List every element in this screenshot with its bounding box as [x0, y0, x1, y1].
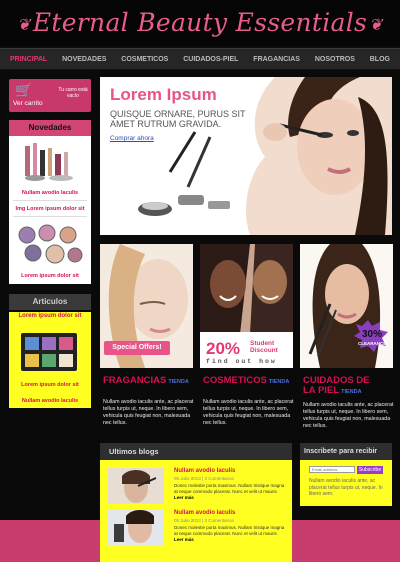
- main-nav: PRINCIPAL NOVEDADES COSMETICOS CUIDADOS-…: [0, 48, 400, 70]
- discount-percent: 20%: [206, 339, 241, 358]
- clearance-percent: 30%: [361, 329, 382, 340]
- banner-model-image: [138, 77, 392, 235]
- blog-post[interactable]: Nullam avodio Iaculis 05 Julio 2013 | 3 …: [108, 468, 288, 508]
- nav-blog[interactable]: BLOG: [370, 56, 390, 63]
- blog-post[interactable]: Nullam avodio Iaculis 05 Julio 2013 | 3 …: [108, 510, 288, 550]
- cart-button[interactable]: 🛒 Ver carrito Tu carro está vacío: [9, 79, 91, 112]
- blog-thumb: [108, 510, 164, 546]
- nav-nosotros[interactable]: NOSOTROS: [315, 56, 355, 63]
- discount-label: Student Discount: [250, 340, 278, 354]
- newsletter-text: Nullam avodio iaculis ante, ac placerat …: [309, 478, 383, 497]
- blog-box: Nullam avodio Iaculis 05 Julio 2013 | 3 …: [100, 460, 292, 562]
- wing-left-icon: ❦: [17, 15, 31, 34]
- wing-right-icon: ❦: [369, 15, 383, 34]
- find-out-link[interactable]: find out how: [206, 358, 277, 365]
- column-title[interactable]: FRAGANCIAS: [103, 375, 166, 386]
- column-title[interactable]: COSMETICOS: [203, 375, 267, 386]
- subscribe-button[interactable]: Subscribe: [357, 466, 383, 474]
- product-caption-2[interactable]: Img Lorem ipsum dolor sit: [9, 206, 91, 212]
- articulo-caption-1[interactable]: Lorem ipsum dolor sit: [9, 382, 91, 388]
- column-fragancias: FRAGANCIAS TIENDA Nullam avodio iaculis a…: [103, 376, 196, 427]
- nav-cosmeticos[interactable]: COSMETICOS: [121, 56, 168, 63]
- column-text: Nullam avodio iaculis ante, ac placerat …: [103, 399, 194, 426]
- column-text: Nullam avodio iaculis ante, ac placerat …: [303, 402, 394, 429]
- articulo-caption-2[interactable]: Nullam avodio Iaculis: [9, 398, 91, 404]
- column-tag[interactable]: TIENDA: [269, 379, 289, 385]
- divider: [13, 200, 87, 201]
- clearance-label: CLEARANCE: [358, 341, 387, 346]
- email-field[interactable]: [309, 466, 355, 473]
- articulos-marquee: Lorem ipsum dolor sit: [18, 313, 82, 319]
- blog-post-meta: 05 Julio 2013 | 3 Comentarios: [174, 518, 234, 523]
- blog-post-title[interactable]: Nullam avodio Iaculis: [174, 468, 235, 474]
- divider: [13, 216, 87, 217]
- blog-post-meta: 05 Julio 2013 | 3 Comentarios: [174, 476, 234, 481]
- blog-title: Ultimos blogs: [100, 443, 292, 460]
- tile-fragancias[interactable]: Special Offers!: [100, 244, 193, 368]
- tile-cuidados-image: [300, 244, 393, 368]
- tile-cuidados[interactable]: 30% CLEARANCE: [300, 244, 393, 368]
- column-tag[interactable]: TIENDA: [341, 389, 361, 395]
- tile-cosmeticos[interactable]: 20% Student Discount find out how: [200, 244, 293, 368]
- articulos-title: Articulos: [9, 294, 91, 310]
- newsletter-box: Subscribe Nullam avodio iaculis ante, ac…: [300, 460, 392, 506]
- cart-icon: 🛒: [15, 82, 33, 98]
- read-more-link[interactable]: Leer más: [174, 495, 194, 500]
- column-cosmeticos: COSMETICOS TIENDA Nullam avodio iaculis a…: [203, 376, 296, 427]
- product-image-1[interactable]: [11, 140, 89, 184]
- nav-principal[interactable]: PRINCIPAL: [10, 56, 47, 63]
- read-more-link[interactable]: Leer más: [174, 537, 194, 542]
- nav-fragancias[interactable]: FRAGANCIAS: [253, 56, 300, 63]
- cart-label: Ver carrito: [13, 100, 43, 107]
- novedades-title: Novedades: [9, 120, 91, 136]
- product-image-2[interactable]: [11, 221, 89, 271]
- column-text: Nullam avodio iaculis ante, ac placerat …: [203, 399, 294, 426]
- nav-novedades[interactable]: NOVEDADES: [62, 56, 106, 63]
- newsletter-title: Inscribete para recibir: [300, 443, 392, 460]
- special-offers-badge: Special Offers!: [104, 341, 170, 355]
- cart-note: Tu carro está vacío: [58, 87, 88, 99]
- header: ❦Eternal Beauty Essentials ❦: [0, 0, 400, 46]
- blog-thumb: [108, 468, 164, 504]
- column-tag[interactable]: TIENDA: [168, 379, 188, 385]
- hero-banner: Lorem Ipsum QUISQUE ORNARE, PURUS SIT AM…: [100, 77, 392, 235]
- nav-cuidados-piel[interactable]: CUIDADOS-PIEL: [183, 56, 238, 63]
- product-caption-1[interactable]: Nullam avodio Iaculis: [9, 190, 91, 196]
- blog-post-title[interactable]: Nullam avodio Iaculis: [174, 510, 235, 516]
- palette-image[interactable]: [21, 333, 77, 371]
- blog-post-excerpt: Donec molestie porta maximus. Nullam tri…: [174, 525, 285, 542]
- product-caption-3[interactable]: Lorem ipsum dolor sit: [9, 273, 91, 279]
- blog-post-excerpt: Donec molestie porta maximus. Nullam tri…: [174, 483, 285, 500]
- column-cuidados: CUIDADOS DE LA PIEL TIENDA Nullam avodio …: [303, 376, 396, 430]
- site-logo[interactable]: ❦Eternal Beauty Essentials ❦: [0, 8, 400, 37]
